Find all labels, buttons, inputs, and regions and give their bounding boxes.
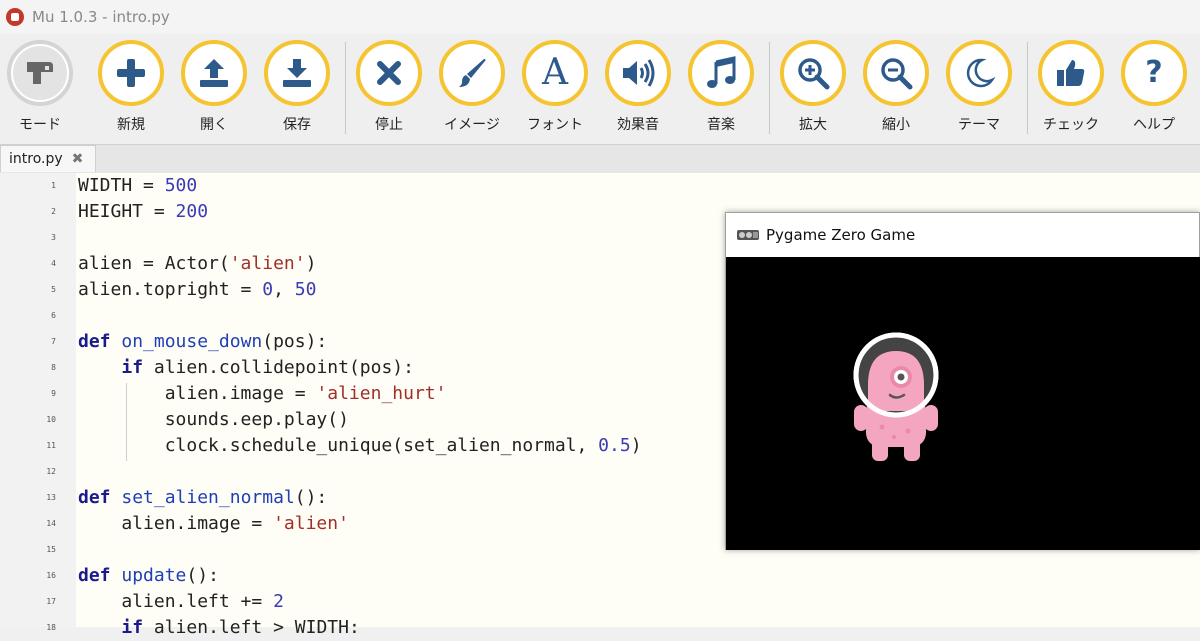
code-text[interactable]: alien.image = 'alien_hurt': [78, 381, 447, 407]
line-number: 7: [51, 337, 56, 346]
game-canvas[interactable]: [726, 257, 1200, 550]
stop-label: 停止: [375, 117, 403, 133]
fonts-button[interactable]: A フォント: [517, 40, 593, 134]
music-button[interactable]: 音楽: [683, 40, 759, 134]
line-number: 13: [46, 493, 56, 502]
line-number: 17: [46, 597, 56, 606]
zoom-in-label: 拡大: [799, 117, 827, 133]
theme-button[interactable]: テーマ: [941, 40, 1017, 134]
check-button[interactable]: チェック: [1033, 40, 1109, 134]
tab-label: intro.py: [9, 151, 63, 167]
code-text[interactable]: alien.image = 'alien': [78, 511, 349, 537]
fonts-label: フォント: [527, 117, 583, 133]
code-text[interactable]: HEIGHT = 200: [78, 199, 208, 225]
line-number: 6: [51, 311, 56, 320]
help-icon: ?: [1145, 55, 1163, 90]
line-number: 8: [51, 363, 56, 372]
pygame-icon: [737, 230, 759, 240]
line-number: 11: [46, 441, 56, 450]
mode-label: モード: [19, 117, 61, 133]
plus-icon: [117, 59, 145, 87]
code-text[interactable]: if alien.collidepoint(pos):: [78, 355, 414, 381]
line-number: 10: [46, 415, 56, 424]
images-button[interactable]: イメージ: [434, 40, 510, 134]
zoom-out-label: 縮小: [882, 117, 910, 133]
line-number: 9: [51, 389, 56, 398]
toolbar-separator: [1027, 42, 1028, 134]
code-text[interactable]: def set_alien_normal():: [78, 485, 327, 511]
code-line[interactable]: 1 WIDTH = 500: [0, 173, 1200, 199]
sounds-button[interactable]: 効果音: [600, 40, 676, 134]
close-tab-icon[interactable]: ✖: [72, 151, 84, 167]
code-line[interactable]: 17 alien.left += 2: [0, 589, 1200, 615]
toolbar-separator: [769, 42, 770, 134]
tab-intro-py[interactable]: intro.py ✖: [0, 145, 96, 172]
check-label: チェック: [1043, 117, 1099, 133]
line-number: 5: [51, 285, 56, 294]
moon-icon: [966, 58, 996, 88]
font-icon: A: [542, 52, 568, 93]
paintbrush-icon: [459, 59, 486, 87]
music-note-icon: [707, 56, 736, 88]
code-text[interactable]: alien.left += 2: [78, 589, 284, 615]
line-number: 2: [51, 207, 56, 216]
line-number: 4: [51, 259, 56, 268]
music-label: 音楽: [707, 117, 735, 133]
save-button[interactable]: 保存: [259, 40, 335, 134]
tab-bar: intro.py ✖: [0, 145, 1200, 173]
zoom-in-button[interactable]: 拡大: [775, 40, 851, 134]
code-text[interactable]: WIDTH = 500: [78, 173, 197, 199]
zoom-out-button[interactable]: 縮小: [858, 40, 934, 134]
thumbs-up-icon: [1057, 60, 1085, 86]
open-button[interactable]: 開く: [176, 40, 252, 134]
alien-sprite[interactable]: [846, 327, 946, 467]
game-window-title: Pygame Zero Game: [766, 226, 916, 244]
line-number: 14: [46, 519, 56, 528]
window-title: Mu 1.0.3 - intro.py: [32, 8, 170, 26]
new-button[interactable]: 新規: [93, 40, 169, 134]
code-text[interactable]: clock.schedule_unique(set_alien_normal, …: [78, 433, 642, 459]
line-number: 3: [51, 233, 56, 242]
code-text[interactable]: def update():: [78, 563, 219, 589]
code-text[interactable]: alien.topright = 0, 50: [78, 277, 316, 303]
mode-icon: [27, 62, 53, 84]
code-text[interactable]: if alien.left > WIDTH:: [78, 615, 359, 641]
game-title-bar: Pygame Zero Game: [726, 213, 1199, 257]
help-button[interactable]: ? ヘルプ: [1116, 40, 1192, 134]
help-label: ヘルプ: [1133, 117, 1175, 133]
line-number: 12: [46, 467, 56, 476]
toolbar-separator: [345, 42, 346, 134]
open-label: 開く: [200, 117, 228, 133]
line-number: 15: [46, 545, 56, 554]
upload-icon: [200, 59, 228, 87]
mode-button[interactable]: モード: [2, 40, 78, 134]
new-label: 新規: [117, 117, 145, 133]
stop-button[interactable]: 停止: [351, 40, 427, 134]
close-icon: [377, 61, 401, 85]
line-number: 16: [46, 571, 56, 580]
download-icon: [283, 59, 311, 87]
code-text[interactable]: def on_mouse_down(pos):: [78, 329, 327, 355]
line-number: 18: [46, 623, 56, 632]
pygame-window[interactable]: Pygame Zero Game: [725, 212, 1200, 550]
toolbar: モード 新規 開く 保存 停止 イメージ A フォント 効果音 音楽 拡大 縮小…: [0, 34, 1200, 145]
save-label: 保存: [283, 117, 311, 133]
code-line[interactable]: 18 if alien.left > WIDTH:: [0, 615, 1200, 641]
code-text[interactable]: alien = Actor('alien'): [78, 251, 316, 277]
zoom-out-icon: [881, 58, 913, 90]
code-text[interactable]: sounds.eep.play(): [78, 407, 349, 433]
mu-logo-icon: [6, 8, 24, 26]
zoom-in-icon: [798, 58, 830, 90]
sounds-label: 効果音: [617, 117, 659, 133]
code-line[interactable]: 16 def update():: [0, 563, 1200, 589]
speaker-icon: [623, 59, 655, 87]
title-bar: Mu 1.0.3 - intro.py: [0, 0, 1200, 34]
line-number: 1: [51, 181, 56, 190]
images-label: イメージ: [444, 117, 500, 133]
theme-label: テーマ: [958, 117, 1000, 133]
